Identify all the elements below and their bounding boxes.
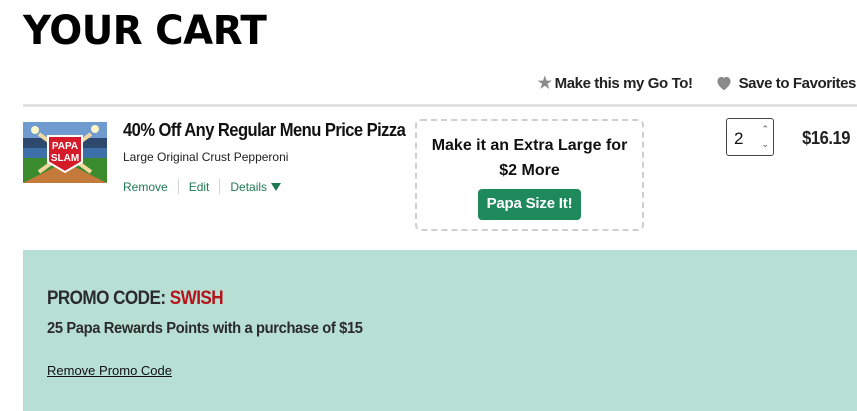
promo-description: 25 Papa Rewards Points with a purchase o…	[47, 320, 363, 337]
remove-promo-link[interactable]: Remove Promo Code	[47, 363, 172, 378]
link-separator	[177, 179, 179, 194]
chevron-down-icon[interactable]: ⌄	[761, 140, 769, 149]
thumb-text-bottom: SLAM	[51, 153, 79, 164]
link-separator	[219, 179, 221, 194]
remove-link[interactable]: Remove	[123, 180, 168, 194]
promo-panel: PROMO CODE: SWISH 25 Papa Rewards Points…	[23, 250, 857, 411]
save-favorites-button[interactable]: Save to Favorites	[715, 75, 856, 92]
favorites-label: Save to Favorites	[738, 74, 857, 92]
promo-label: PROMO CODE:	[47, 288, 166, 309]
star-icon: ★	[537, 75, 552, 92]
upsell-line-2: $2 More	[499, 162, 560, 179]
page-title: YOUR CART	[23, 8, 267, 54]
thumb-text-top: PAPA	[52, 141, 78, 152]
divider	[23, 104, 857, 107]
upsell-text: Make it an Extra Large for $2 More	[417, 133, 642, 183]
heart-icon	[717, 76, 731, 91]
upsell-line-1: Make it an Extra Large for	[431, 137, 628, 154]
go-to-button[interactable]: ★ Make this my Go To!	[538, 73, 693, 93]
details-label: Details	[230, 179, 268, 194]
item-name: 40% Off Any Regular Menu Price Pizza	[123, 120, 406, 140]
item-description: Large Original Crust Pepperoni	[123, 150, 289, 164]
item-thumbnail: PAPA SLAM	[23, 122, 107, 183]
promo-code: SWISH	[169, 288, 224, 309]
quantity-input[interactable]	[732, 128, 762, 150]
upsell-box: Make it an Extra Large for $2 More Papa …	[415, 119, 644, 231]
papa-size-button[interactable]: Papa Size It!	[477, 189, 582, 220]
details-link[interactable]: Details	[230, 179, 282, 194]
edit-link[interactable]: Edit	[189, 180, 210, 194]
item-links: Remove Edit Details	[123, 179, 282, 194]
cart-actions: ★ Make this my Go To! Save to Favorites	[538, 73, 857, 93]
item-price: $16.19	[802, 128, 850, 148]
go-to-label: Make this my Go To!	[554, 74, 693, 92]
chevron-up-icon[interactable]: ⌃	[761, 125, 769, 134]
triangle-down-icon	[271, 183, 282, 192]
promo-title: PROMO CODE: SWISH	[47, 288, 224, 310]
quantity-stepper[interactable]: ⌃ ⌄	[726, 118, 774, 156]
